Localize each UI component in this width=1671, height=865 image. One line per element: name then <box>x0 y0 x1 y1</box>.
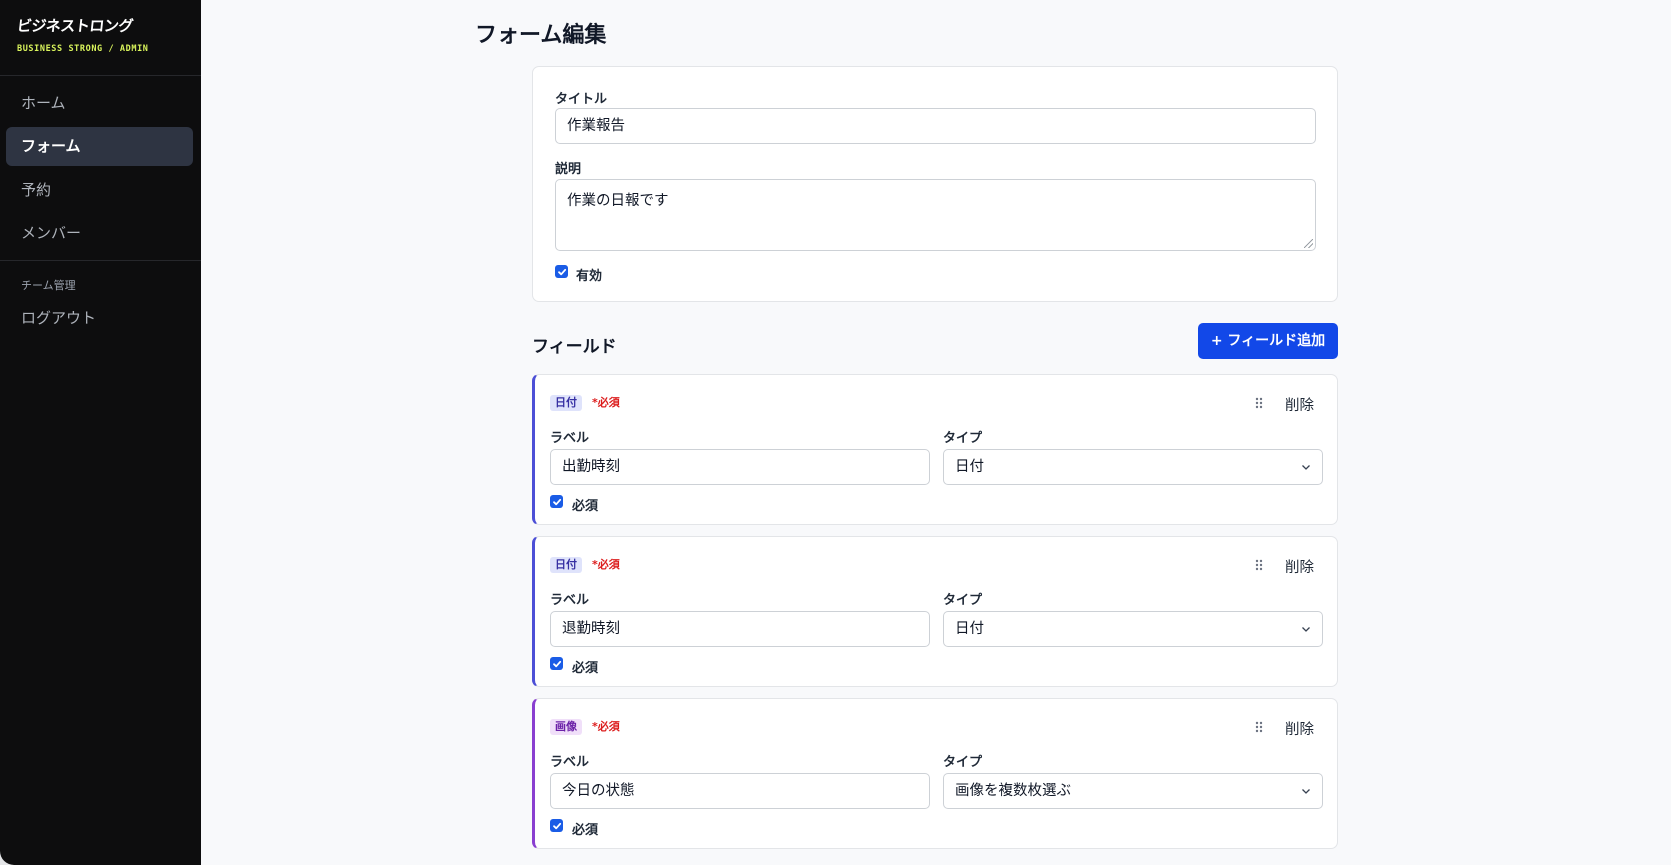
brand: ビジネストロング BUSINESS STRONG / ADMIN <box>16 15 150 54</box>
required-checkbox[interactable] <box>550 495 563 508</box>
chevron-down-icon <box>1302 789 1310 794</box>
field-card: 日付 *必須 削除 ラベル 退勤時刻 タイプ 日付 必須 <box>532 536 1338 687</box>
description-label: 説明 <box>555 162 582 177</box>
field-type-select[interactable]: 画像を複数枚選ぶ <box>943 773 1323 809</box>
form-settings-card: タイトル 作業報告 説明 作業の日報です 有効 <box>532 66 1338 302</box>
checkmark-icon <box>552 498 561 505</box>
field-type-value: 日付 <box>955 459 984 475</box>
field-card: 日付 *必須 削除 ラベル 出勤時刻 タイプ 日付 必須 <box>532 374 1338 525</box>
field-type-caption: タイプ <box>943 593 983 608</box>
delete-field-button[interactable]: 削除 <box>1285 718 1314 739</box>
brand-logo[interactable]: ビジネストロング <box>16 15 150 36</box>
field-label-caption: ラベル <box>550 431 590 446</box>
required-tag: *必須 <box>592 720 620 733</box>
required-tag: *必須 <box>592 558 620 571</box>
field-type-badge: 日付 <box>550 395 582 411</box>
required-tag: *必須 <box>592 396 620 409</box>
sidebar-item-logout[interactable]: ログアウト <box>6 299 193 338</box>
delete-field-button[interactable]: 削除 <box>1285 394 1314 415</box>
delete-field-button[interactable]: 削除 <box>1285 556 1314 577</box>
field-type-badge: 日付 <box>550 557 582 573</box>
checkmark-icon <box>552 822 561 829</box>
field-label-input[interactable]: 今日の状態 <box>550 773 930 809</box>
fields-section-title: フィールド <box>532 337 617 357</box>
field-label-input[interactable]: 退勤時刻 <box>550 611 930 647</box>
field-type-select[interactable]: 日付 <box>943 449 1323 485</box>
sidebar-divider <box>0 260 201 261</box>
main-content: フォーム編集 タイトル 作業報告 説明 作業の日報です 有効 フィールド + フ… <box>201 0 1671 865</box>
resize-grip-icon[interactable] <box>1304 239 1313 248</box>
required-checkbox[interactable] <box>550 657 563 670</box>
description-textarea[interactable]: 作業の日報です <box>555 179 1316 251</box>
field-type-caption: タイプ <box>943 431 983 446</box>
app-window: ビジネストロング BUSINESS STRONG / ADMIN ホーム フォー… <box>0 0 1671 865</box>
description-text: 作業の日報です <box>567 193 669 209</box>
required-label: 必須 <box>572 499 599 514</box>
field-type-value: 画像を複数枚選ぶ <box>955 783 1071 799</box>
field-type-badge: 画像 <box>550 719 582 735</box>
field-card: 画像 *必須 削除 ラベル 今日の状態 タイプ 画像を複数枚選ぶ 必須 <box>532 698 1338 849</box>
required-label: 必須 <box>572 661 599 676</box>
title-input[interactable]: 作業報告 <box>555 108 1316 144</box>
sidebar-item-forms[interactable]: フォーム <box>6 127 193 166</box>
sidebar-item-members[interactable]: メンバー <box>6 214 193 253</box>
checkmark-icon <box>552 660 561 667</box>
field-label-caption: ラベル <box>550 593 590 608</box>
add-field-button[interactable]: + フィールド追加 <box>1198 323 1338 359</box>
field-label-caption: ラベル <box>550 755 590 770</box>
checkmark-icon <box>557 268 566 275</box>
sidebar-item-home[interactable]: ホーム <box>6 84 193 123</box>
field-type-caption: タイプ <box>943 755 983 770</box>
brand-subtitle: BUSINESS STRONG / ADMIN <box>17 44 149 54</box>
enabled-label: 有効 <box>576 269 603 284</box>
sidebar-section-team-management: チーム管理 <box>21 279 76 292</box>
sidebar-divider <box>0 75 201 76</box>
enabled-checkbox[interactable] <box>555 265 568 278</box>
field-type-select[interactable]: 日付 <box>943 611 1323 647</box>
required-label: 必須 <box>572 823 599 838</box>
title-label: タイトル <box>555 92 608 107</box>
field-type-value: 日付 <box>955 621 984 637</box>
drag-handle-icon[interactable] <box>1253 395 1265 411</box>
sidebar: ビジネストロング BUSINESS STRONG / ADMIN ホーム フォー… <box>0 0 201 865</box>
sidebar-item-reservations[interactable]: 予約 <box>6 171 193 210</box>
drag-handle-icon[interactable] <box>1253 719 1265 735</box>
required-checkbox[interactable] <box>550 819 563 832</box>
page-title: フォーム編集 <box>475 23 607 48</box>
field-label-input[interactable]: 出勤時刻 <box>550 449 930 485</box>
drag-handle-icon[interactable] <box>1253 557 1265 573</box>
chevron-down-icon <box>1302 627 1310 632</box>
chevron-down-icon <box>1302 465 1310 470</box>
